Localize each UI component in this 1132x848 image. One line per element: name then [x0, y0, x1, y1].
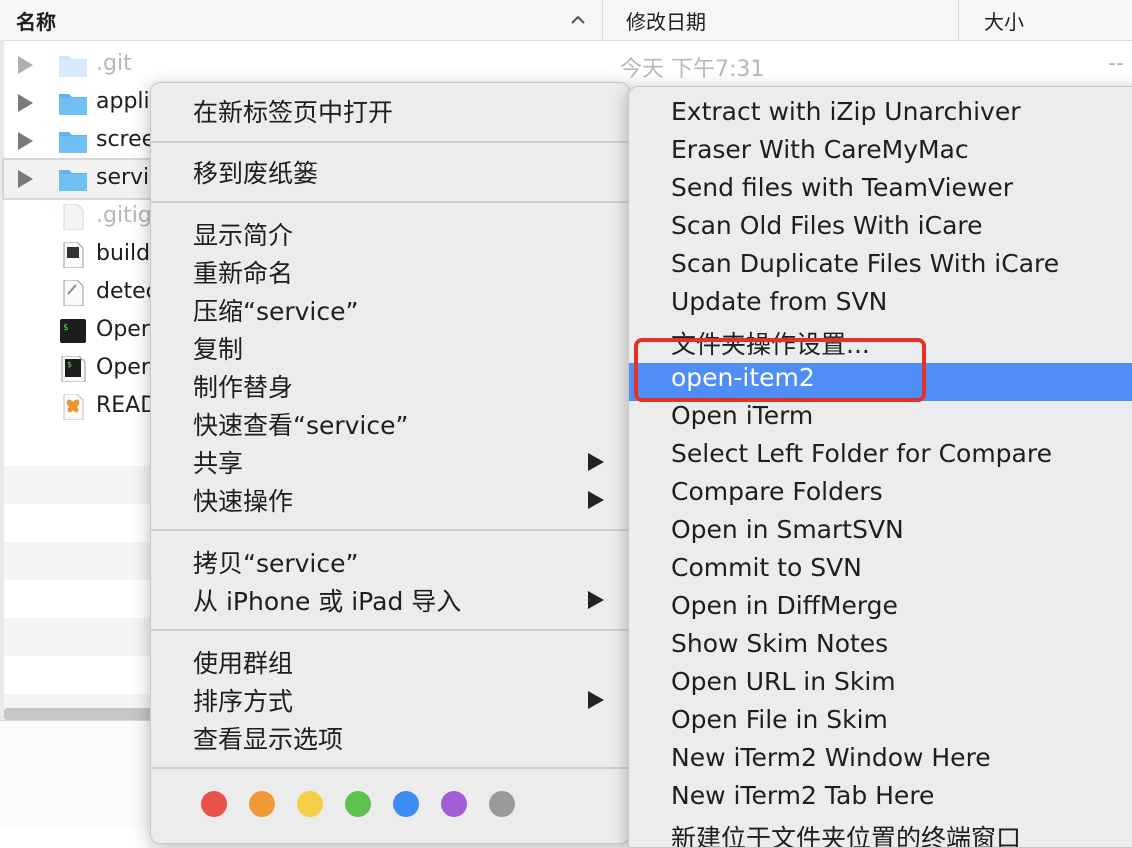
python-file-icon	[63, 242, 84, 268]
text-file-icon	[63, 280, 84, 306]
submenu-arrow-icon	[588, 453, 604, 471]
service-open-file-skim[interactable]: Open File in Skim	[671, 705, 888, 734]
status-bar	[0, 720, 150, 829]
menu-item-quick-actions[interactable]: 快速操作	[193, 482, 293, 518]
menu-item-copy[interactable]: 拷贝“service”	[193, 544, 358, 580]
menu-item-open-in-new-tab[interactable]: 在新标签页中打开	[193, 93, 393, 129]
service-compare-folders[interactable]: Compare Folders	[671, 477, 883, 506]
services-submenu: Extract with iZip Unarchiver Eraser With…	[628, 86, 1132, 848]
column-divider[interactable]	[958, 0, 959, 40]
terminal-icon: $	[60, 319, 86, 343]
file-name: Oper	[96, 355, 150, 380]
service-scan-duplicate[interactable]: Scan Duplicate Files With iCare	[671, 249, 1059, 278]
disclosure-triangle-icon[interactable]	[18, 56, 33, 74]
tag-yellow[interactable]	[297, 791, 323, 817]
column-header: 名称 修改日期 大小	[0, 0, 1132, 41]
disclosure-triangle-icon[interactable]	[18, 94, 33, 112]
column-divider[interactable]	[602, 0, 603, 40]
tag-blue[interactable]	[393, 791, 419, 817]
service-select-left-folder[interactable]: Select Left Folder for Compare	[671, 439, 1052, 468]
file-name: .git	[96, 51, 132, 76]
tag-gray[interactable]	[489, 791, 515, 817]
annotation-highlight-box	[634, 338, 926, 402]
menu-item-rename[interactable]: 重新命名	[193, 254, 293, 290]
folder-icon	[59, 170, 87, 191]
menu-separator	[151, 767, 629, 769]
service-open-iterm[interactable]: Open iTerm	[671, 401, 813, 430]
submenu-arrow-icon	[588, 691, 604, 709]
horizontal-scrollbar[interactable]	[4, 708, 152, 720]
tag-orange[interactable]	[249, 791, 275, 817]
service-teamviewer[interactable]: Send files with TeamViewer	[671, 173, 1013, 202]
menu-item-show-view-options[interactable]: 查看显示选项	[193, 720, 343, 756]
folder-icon	[59, 94, 87, 115]
svg-text:$: $	[63, 323, 68, 333]
disclosure-triangle-icon[interactable]	[18, 132, 33, 150]
menu-item-quick-look[interactable]: 快速查看“service”	[193, 406, 408, 442]
menu-item-sort-by[interactable]: 排序方式	[193, 682, 293, 718]
file-row-git[interactable]: .git 今天 下午7:31 --	[4, 46, 1132, 84]
menu-separator	[151, 141, 629, 143]
tag-purple[interactable]	[441, 791, 467, 817]
service-izip[interactable]: Extract with iZip Unarchiver	[671, 97, 1021, 126]
file-name: appli	[96, 89, 150, 114]
document-icon	[63, 204, 84, 230]
disclosure-triangle-icon[interactable]	[18, 170, 33, 188]
service-update-svn[interactable]: Update from SVN	[671, 287, 887, 316]
file-name: build	[96, 241, 151, 266]
service-open-smartsvn[interactable]: Open in SmartSVN	[671, 515, 904, 544]
context-menu: 在新标签页中打开 移到废纸篓 显示简介 重新命名 压缩“service” 复制 …	[150, 82, 630, 844]
menu-item-get-info[interactable]: 显示简介	[193, 216, 293, 252]
tag-red[interactable]	[201, 791, 227, 817]
menu-item-import-from-iphone[interactable]: 从 iPhone 或 iPad 导入	[193, 582, 461, 618]
file-name: Oper	[96, 317, 150, 342]
menu-separator	[151, 201, 629, 203]
file-date: 今天 下午7:31	[620, 57, 765, 82]
column-date-header[interactable]: 修改日期	[626, 6, 706, 35]
service-new-terminal-at-folder[interactable]: 新建位于文件夹位置的终端窗口	[671, 819, 1021, 847]
sort-ascending-icon[interactable]	[568, 10, 588, 30]
folder-icon	[59, 56, 87, 77]
service-scan-old[interactable]: Scan Old Files With iCare	[671, 211, 983, 240]
service-open-url-skim[interactable]: Open URL in Skim	[671, 667, 896, 696]
file-name: scree	[96, 127, 156, 152]
menu-separator	[151, 529, 629, 531]
service-open-diffmerge[interactable]: Open in DiffMerge	[671, 591, 898, 620]
submenu-arrow-icon	[588, 491, 604, 509]
service-new-iterm2-window[interactable]: New iTerm2 Window Here	[671, 743, 991, 772]
file-size: --	[1108, 51, 1124, 76]
file-name: detec	[96, 279, 158, 304]
menu-item-share[interactable]: 共享	[193, 444, 243, 480]
service-commit-svn[interactable]: Commit to SVN	[671, 553, 862, 582]
tag-green[interactable]	[345, 791, 371, 817]
menu-item-use-groups[interactable]: 使用群组	[193, 644, 293, 680]
butterfly-icon	[63, 394, 84, 420]
file-name: .gitig	[96, 203, 152, 228]
service-show-skim-notes[interactable]: Show Skim Notes	[671, 629, 888, 658]
menu-item-move-to-trash[interactable]: 移到废纸篓	[193, 154, 318, 190]
service-eraser[interactable]: Eraser With CareMyMac	[671, 135, 969, 164]
menu-item-compress[interactable]: 压缩“service”	[193, 292, 358, 328]
svg-text:$: $	[67, 360, 72, 369]
file-name: servi	[96, 165, 150, 190]
column-name-header[interactable]: 名称	[16, 6, 56, 35]
menu-separator	[151, 629, 629, 631]
column-size-header[interactable]: 大小	[984, 6, 1024, 35]
menu-item-make-alias[interactable]: 制作替身	[193, 368, 293, 404]
service-new-iterm2-tab[interactable]: New iTerm2 Tab Here	[671, 781, 934, 810]
submenu-arrow-icon	[588, 591, 604, 609]
file-name: READ	[96, 393, 158, 418]
menu-item-duplicate[interactable]: 复制	[193, 330, 243, 366]
terminal-document-icon: $	[61, 356, 86, 382]
folder-icon	[59, 132, 87, 153]
